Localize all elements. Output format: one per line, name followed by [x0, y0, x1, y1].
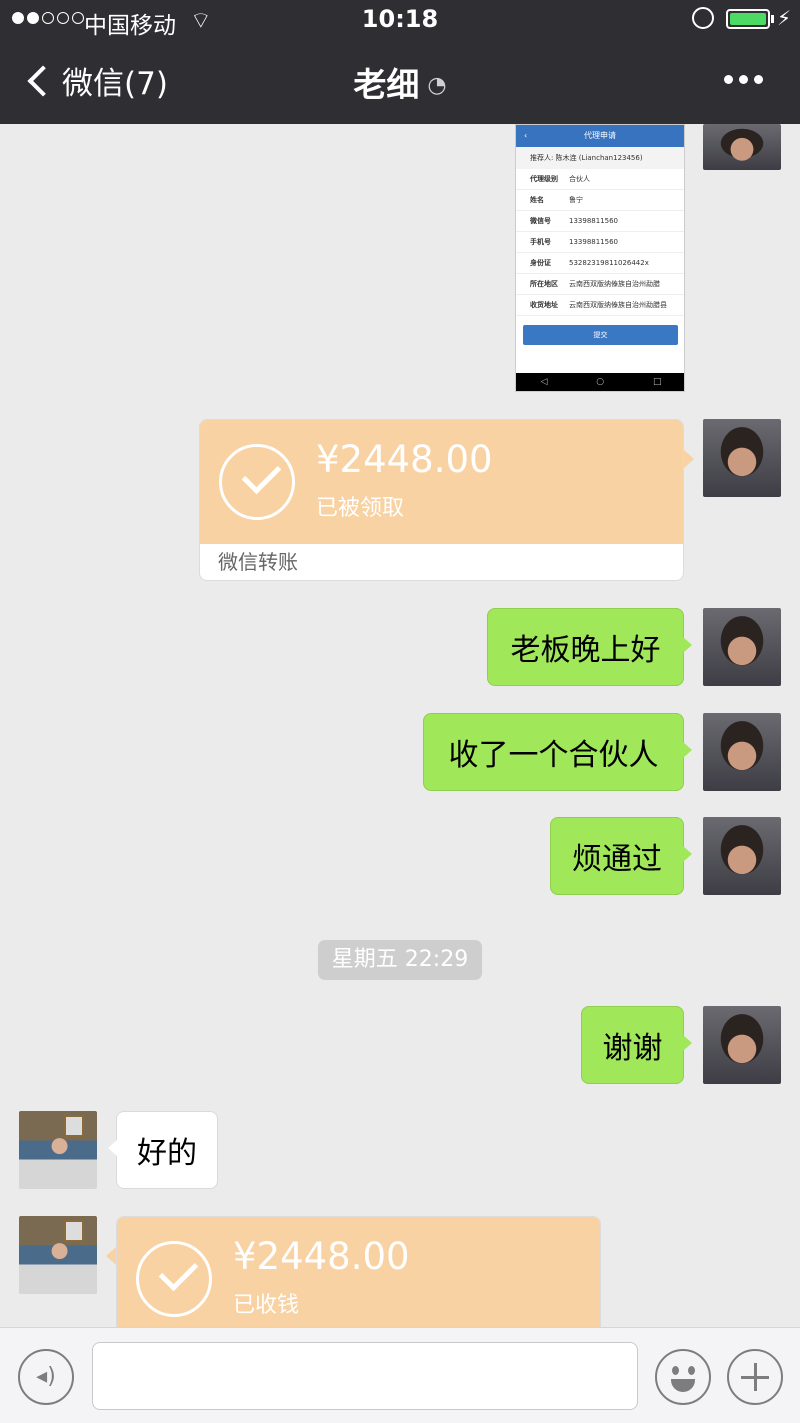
status-bar: 中国移动 ⌔ 10:18 ⚡ — [0, 0, 800, 40]
charging-icon: ⚡ — [777, 6, 792, 30]
more-button[interactable] — [724, 75, 763, 84]
avatar[interactable] — [703, 713, 781, 791]
image-form-row: 收货地址 云南西双版纳傣族自治州勐腊县 — [516, 295, 684, 316]
message-bubble-in[interactable]: 好的 — [108, 1111, 218, 1189]
message-bubble-out[interactable]: 收了一个合伙人 — [423, 713, 692, 791]
avatar[interactable] — [703, 817, 781, 895]
message-bubble-out[interactable]: 烦通过 — [550, 817, 692, 895]
emoji-button[interactable] — [655, 1349, 711, 1405]
check-icon — [136, 1241, 212, 1317]
emoji-icon — [672, 1366, 679, 1375]
image-form-row: 微信号 13398811560 — [516, 211, 684, 232]
image-referrer: 推荐人: 陈木连 (Lianchan123456) — [516, 147, 684, 169]
image-message[interactable]: ‹ 代理申请 推荐人: 陈木连 (Lianchan123456) 代理级别 合伙人… — [515, 124, 685, 392]
message-bubble-out[interactable]: 谢谢 — [581, 1006, 692, 1084]
transfer-card-top: ¥2448.00 已收钱 — [117, 1217, 600, 1327]
bubble-tail — [106, 1247, 116, 1265]
bubble-tail — [684, 450, 694, 468]
nav-title-area: 老细 ◔ — [0, 58, 800, 106]
transfer-amount: ¥2448.00 — [233, 1235, 410, 1278]
transfer-state: 已被领取 — [316, 496, 405, 521]
image-submit-button: 提交 — [523, 325, 678, 345]
avatar[interactable] — [703, 608, 781, 686]
transfer-card-top: ¥2448.00 已被领取 — [200, 420, 683, 544]
chat-timestamp: 星期五 22:29 — [318, 940, 482, 980]
image-form-row: 代理级别 合伙人 — [516, 169, 684, 190]
transfer-amount: ¥2448.00 — [316, 438, 493, 481]
avatar[interactable] — [703, 419, 781, 497]
top-bar: 中国移动 ⌔ 10:18 ⚡ 微信(7) 老细 ◔ — [0, 0, 800, 124]
input-bar: ◂) — [0, 1327, 800, 1423]
status-time: 10:18 — [361, 5, 439, 33]
image-form-row: 姓名 鲁宁 — [516, 190, 684, 211]
message-input[interactable] — [92, 1342, 638, 1410]
check-icon — [219, 444, 295, 520]
plus-button[interactable] — [727, 1349, 783, 1405]
more-icon — [724, 75, 733, 84]
battery-icon — [726, 9, 770, 29]
image-header: ‹ 代理申请 — [516, 125, 684, 147]
contact-avatar[interactable] — [19, 1111, 97, 1189]
image-form-row: 手机号 13398811560 — [516, 232, 684, 253]
rotation-lock-icon — [692, 7, 714, 29]
voice-button[interactable]: ◂) — [18, 1349, 74, 1405]
image-back-icon: ‹ — [524, 131, 528, 140]
image-form-row: 身份证 53282319811026442x — [516, 253, 684, 274]
image-form-row: 所在地区 云南西双版纳傣族自治州勐腊 — [516, 274, 684, 295]
transfer-card-received[interactable]: ¥2448.00 已收钱 — [116, 1216, 601, 1327]
avatar[interactable] — [703, 1006, 781, 1084]
chat-area[interactable]: ‹ 代理申请 推荐人: 陈木连 (Lianchan123456) 代理级别 合伙人… — [0, 124, 800, 1327]
ear-icon: ◔ — [427, 73, 447, 98]
transfer-footer: 微信转账 — [218, 550, 298, 574]
contact-avatar[interactable] — [19, 1216, 97, 1294]
battery-tip — [771, 15, 774, 23]
transfer-card-sent[interactable]: ¥2448.00 已被领取 微信转账 — [199, 419, 684, 581]
image-android-navbar: ◁ ○ □ — [516, 373, 684, 391]
voice-icon: ◂) — [36, 1364, 56, 1389]
page-title: 老细 — [353, 65, 420, 104]
transfer-state: 已收钱 — [233, 1293, 300, 1318]
avatar[interactable] — [703, 124, 781, 170]
message-bubble-out[interactable]: 老板晚上好 — [487, 608, 692, 686]
